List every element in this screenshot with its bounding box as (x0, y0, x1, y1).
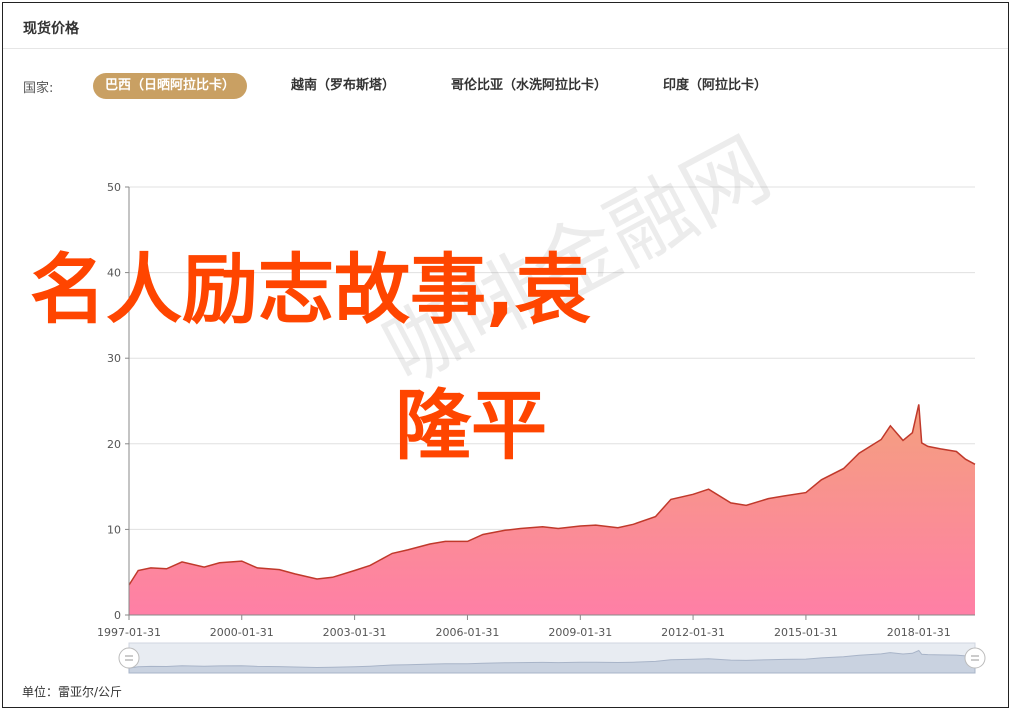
x-tick-label: 2006-01-31 (435, 626, 499, 639)
price-area (129, 404, 975, 615)
y-tick-label: 10 (107, 523, 121, 536)
x-tick-label: 1997-01-31 (97, 626, 161, 639)
x-tick-label: 2012-01-31 (661, 626, 725, 639)
overlay-headline-line2: 隆平 (395, 381, 547, 470)
y-tick-label: 20 (107, 438, 121, 451)
overlay-headline: 名人励志故事,袁 (30, 245, 591, 334)
x-tick-label: 2000-01-31 (210, 626, 274, 639)
zoom-handle-right[interactable] (964, 647, 986, 669)
x-tick-label: 2009-01-31 (548, 626, 612, 639)
x-tick-label: 2018-01-31 (887, 626, 951, 639)
unit-label: 单位：雷亚尔/公斤 (22, 685, 123, 699)
y-tick-label: 50 (107, 181, 121, 194)
y-tick-label: 0 (114, 609, 121, 622)
x-tick-label: 2003-01-31 (323, 626, 387, 639)
zoom-handle-left[interactable] (118, 647, 140, 669)
x-tick-label: 2015-01-31 (774, 626, 838, 639)
y-tick-label: 30 (107, 352, 121, 365)
